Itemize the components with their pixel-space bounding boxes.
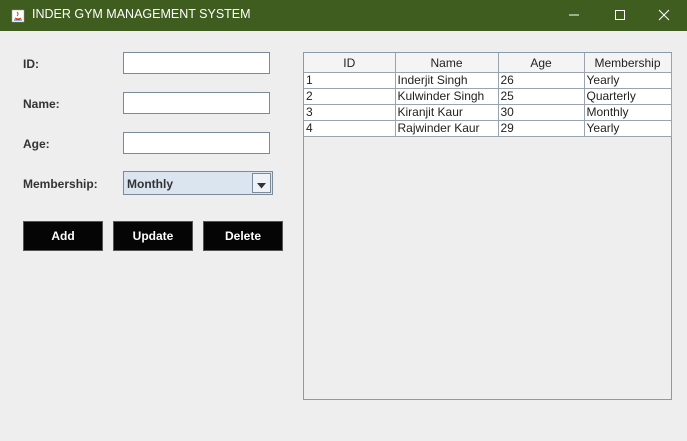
add-button[interactable]: Add [23,221,103,251]
column-header-name[interactable]: Name [395,53,499,73]
cell-id: 1 [304,72,396,89]
column-header-id[interactable]: ID [304,53,396,73]
java-app-icon [11,8,25,23]
cell-membership: Quarterly [584,88,672,105]
column-header-age[interactable]: Age [498,53,585,73]
close-icon [658,6,670,25]
id-field[interactable] [123,52,270,74]
members-table: ID Name Age Membership 1 Inderjit Singh … [304,53,672,137]
membership-dropdown[interactable]: Monthly [123,171,273,195]
table-row[interactable]: 3 Kiranjit Kaur 30 Monthly [304,104,672,121]
title-bar: INDER GYM MANAGEMENT SYSTEM [0,0,687,31]
id-label: ID: [23,57,39,71]
cell-id: 2 [304,88,396,105]
cell-name: Inderjit Singh [395,72,499,89]
cell-name: Kiranjit Kaur [395,104,499,121]
cell-age: 26 [498,72,585,89]
name-field[interactable] [123,92,270,114]
cell-membership: Yearly [584,72,672,89]
cell-id: 3 [304,104,396,121]
dropdown-arrow-button[interactable] [252,173,271,193]
members-table-pane[interactable]: ID Name Age Membership 1 Inderjit Singh … [303,52,672,400]
cell-name: Kulwinder Singh [395,88,499,105]
table-row[interactable]: 2 Kulwinder Singh 25 Quarterly [304,88,672,105]
cell-age: 30 [498,104,585,121]
column-header-membership[interactable]: Membership [584,53,672,73]
minimize-icon [568,6,580,25]
cell-membership: Monthly [584,104,672,121]
age-label: Age: [23,137,50,151]
close-button[interactable] [641,0,687,31]
minimize-button[interactable] [551,0,597,31]
name-label: Name: [23,97,60,111]
membership-label: Membership: [23,177,98,191]
delete-button[interactable]: Delete [203,221,283,251]
maximize-icon [614,6,626,25]
table-row[interactable]: 4 Rajwinder Kaur 29 Yearly [304,120,672,137]
table-header-row: ID Name Age Membership [304,53,672,73]
cell-name: Rajwinder Kaur [395,120,499,137]
chevron-down-icon [257,174,266,193]
window-title: INDER GYM MANAGEMENT SYSTEM [32,7,251,21]
cell-membership: Yearly [584,120,672,137]
cell-age: 25 [498,88,585,105]
cell-age: 29 [498,120,585,137]
maximize-button[interactable] [597,0,643,31]
table-row[interactable]: 1 Inderjit Singh 26 Yearly [304,72,672,89]
update-button[interactable]: Update [113,221,193,251]
age-field[interactable] [123,132,270,154]
cell-id: 4 [304,120,396,137]
membership-selected-value: Monthly [127,177,173,191]
